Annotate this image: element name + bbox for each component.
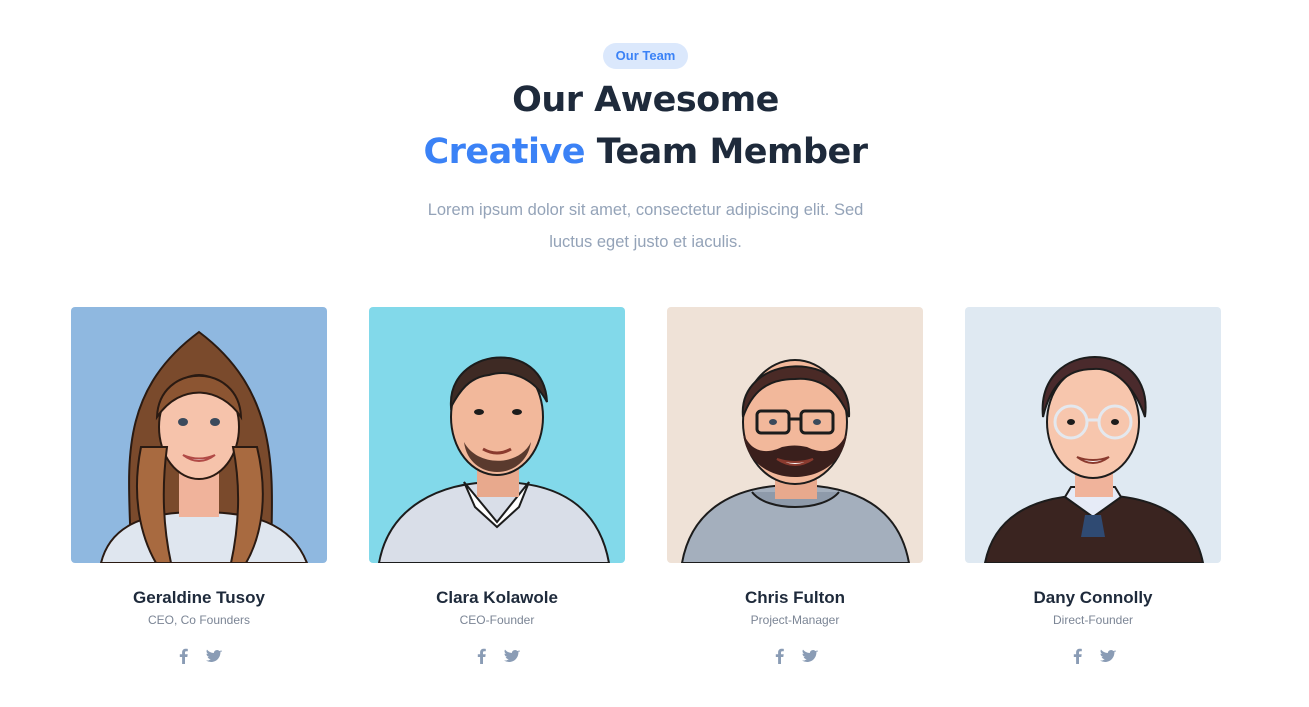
section-description-line1: Lorem ipsum dolor sit amet, consectetur …: [427, 201, 864, 219]
team-card-geraldine: Geraldine Tusoy CEO, Co Founders: [71, 307, 327, 664]
member-role: Project-Manager: [750, 613, 840, 627]
social-links: [71, 648, 327, 664]
avatar-illustration: [369, 307, 625, 563]
member-photo: [667, 307, 923, 563]
member-photo: [965, 307, 1221, 563]
member-name: Dany Connolly: [1033, 588, 1153, 607]
avatar-illustration: [667, 307, 923, 563]
team-section: Our Team Our Awesome Creative Team Membe…: [0, 0, 1309, 707]
member-photo: [71, 307, 327, 563]
facebook-icon[interactable]: [176, 648, 192, 664]
team-card-dany: Dany Connolly Direct-Founder: [965, 307, 1221, 664]
facebook-icon[interactable]: [1070, 648, 1086, 664]
member-role: CEO, Co Founders: [147, 613, 251, 627]
member-role: CEO-Founder: [459, 613, 535, 627]
social-links: [369, 648, 625, 664]
title-accent-word: Creative: [423, 132, 586, 172]
member-name: Geraldine Tusoy: [133, 588, 265, 607]
member-photo: [369, 307, 625, 563]
member-role: Direct-Founder: [1052, 613, 1134, 627]
twitter-icon[interactable]: [802, 648, 818, 664]
member-name: Chris Fulton: [744, 588, 846, 607]
member-name: Clara Kolawole: [436, 588, 558, 607]
twitter-icon[interactable]: [206, 648, 222, 664]
section-description-line2: luctus eget justo et iaculis.: [549, 233, 742, 251]
twitter-icon[interactable]: [1100, 648, 1116, 664]
section-badge: Our Team: [603, 43, 688, 69]
title-rest: Team Member: [585, 132, 868, 172]
facebook-icon[interactable]: [474, 648, 490, 664]
section-title-line2: Creative Team Member: [0, 132, 1291, 172]
team-card-chris: Chris Fulton Project-Manager: [667, 307, 923, 664]
section-title-line1: Our Awesome: [512, 80, 779, 120]
social-links: [667, 648, 923, 664]
twitter-icon[interactable]: [504, 648, 520, 664]
avatar-illustration: [965, 307, 1221, 563]
avatar-illustration: [71, 307, 327, 563]
social-links: [965, 648, 1221, 664]
facebook-icon[interactable]: [772, 648, 788, 664]
team-card-clara: Clara Kolawole CEO-Founder: [369, 307, 625, 664]
